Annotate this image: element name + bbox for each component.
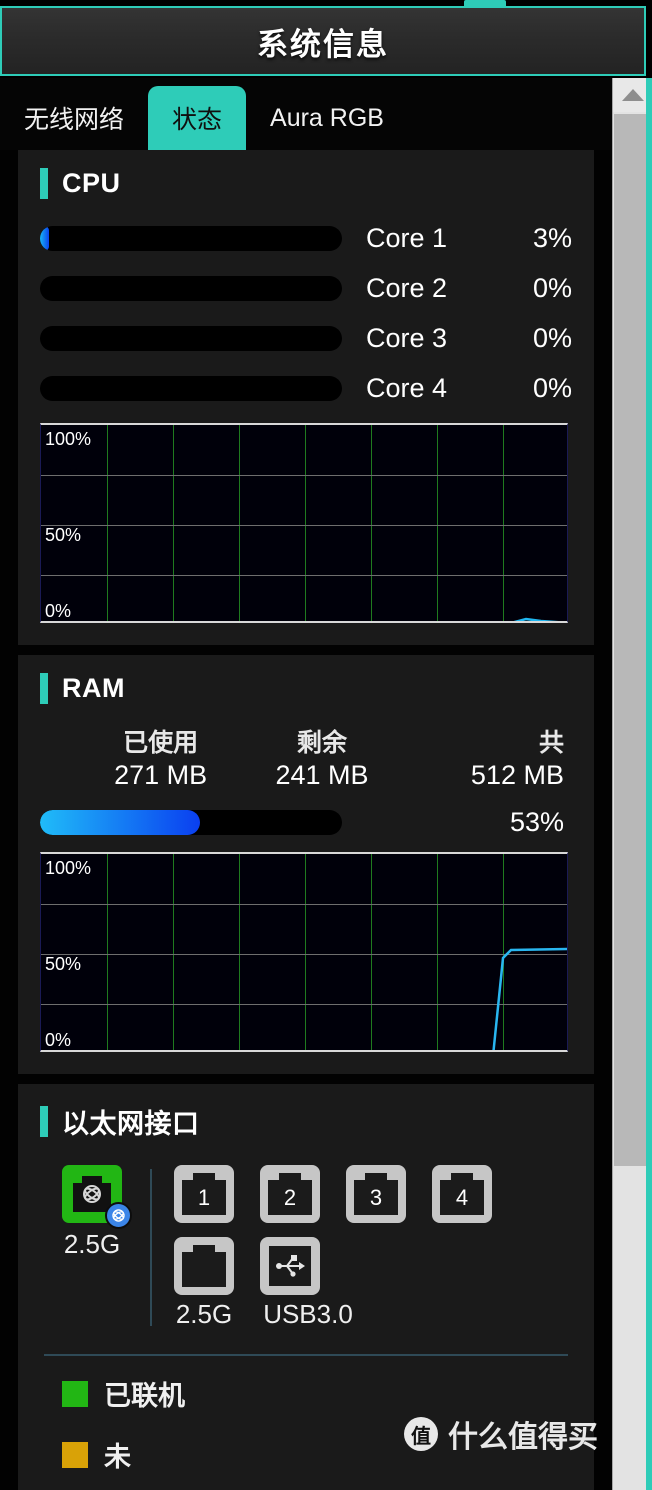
tab-wireless[interactable]: 无线网络 xyxy=(0,86,148,150)
ram-usage-chart: 100% 50% 0% xyxy=(40,852,568,1052)
legend-item-online: 已联机 xyxy=(62,1374,572,1413)
extra-port-labels: 2.5G USB3.0 xyxy=(174,1299,572,1330)
core-4-percent: 0% xyxy=(532,373,572,403)
ram-free-value: 241 MB xyxy=(275,760,369,791)
tab-aura-rgb[interactable]: Aura RGB xyxy=(246,86,408,150)
core-1-percent: 3% xyxy=(532,223,572,253)
core-4-label: Core 4 xyxy=(366,373,448,403)
usb-icon xyxy=(269,1246,311,1286)
ram-usage-bar xyxy=(40,810,342,835)
cpu-chart-line xyxy=(513,617,559,621)
accent-bar-icon xyxy=(40,673,48,704)
ram-usage-percent: 53% xyxy=(509,807,564,837)
legend-swatch-offline xyxy=(62,1441,88,1468)
ram-card-header: RAM xyxy=(40,673,572,704)
ram-total-label: 共 xyxy=(538,729,564,757)
cpu-core-row: Core 1 3% xyxy=(40,223,572,254)
ram-used-value: 271 MB xyxy=(114,760,208,791)
ram-usage-bar-fill xyxy=(40,810,201,835)
lan-port-1-number: 1 xyxy=(198,1185,210,1210)
window-header: 系统信息 xyxy=(0,6,646,76)
ethernet-divider xyxy=(150,1169,152,1326)
legend-swatch-online xyxy=(62,1380,88,1407)
ram-chart-line xyxy=(492,947,567,1050)
vertical-scrollbar[interactable] xyxy=(612,78,652,1490)
ram-free-block: 剩余 241 MB xyxy=(241,728,402,793)
cpu-title: CPU xyxy=(62,168,121,198)
ram-title: RAM xyxy=(62,673,125,703)
ram-used-block: 已使用 271 MB xyxy=(80,728,241,793)
accent-bar-icon xyxy=(40,168,48,199)
port-2-5g[interactable] xyxy=(174,1237,234,1295)
legend-label-online: 已联机 xyxy=(104,1381,185,1411)
core-1-bar-fill xyxy=(40,226,50,251)
watermark-text: 什么值得买 xyxy=(448,1421,598,1454)
core-3-percent: 0% xyxy=(532,323,572,353)
lan-port-1[interactable]: 1 xyxy=(174,1165,234,1223)
ethernet-ports-body: 2.5G 1 2 3 4 2.5G USB3.0 xyxy=(40,1165,572,1330)
lan-port-3[interactable]: 3 xyxy=(346,1165,406,1223)
ram-free-label: 剩余 xyxy=(296,729,347,757)
ram-total-block: 共 512 MB xyxy=(403,728,572,793)
legend-label-offline: 未 xyxy=(104,1442,131,1472)
accent-bar-icon xyxy=(40,1106,48,1137)
cpu-core-row: Core 4 0% xyxy=(40,373,572,404)
lan-port-row-bottom xyxy=(174,1237,572,1295)
lan-port-3-number: 3 xyxy=(370,1185,382,1210)
tab-status[interactable]: 状态 xyxy=(148,86,247,150)
ethernet-title: 以太网接口 xyxy=(62,1109,200,1139)
watermark: 值 什么值得买 xyxy=(404,1412,598,1456)
ram-used-label: 已使用 xyxy=(123,729,199,757)
tab-bar: 无线网络 状态 Aura RGB xyxy=(0,78,612,150)
ram-statistics: 已使用 271 MB 剩余 241 MB 共 512 MB xyxy=(40,728,572,793)
page-title: 系统信息 xyxy=(257,26,389,62)
cpu-core-row: Core 3 0% xyxy=(40,323,572,354)
core-2-bar xyxy=(40,276,342,301)
core-4-bar xyxy=(40,376,342,401)
rj45-icon xyxy=(182,1245,226,1287)
core-1-label: Core 1 xyxy=(366,223,448,253)
cpu-usage-chart: 100% 50% 0% xyxy=(40,423,568,623)
ram-total-value: 512 MB xyxy=(470,760,564,791)
wan-internet-badge-icon xyxy=(105,1202,132,1229)
status-content: CPU Core 1 3% Core 2 0% Core 3 0% Core 4… xyxy=(0,150,612,1490)
lan-ports-area: 1 2 3 4 2.5G USB3.0 xyxy=(174,1165,572,1330)
lan-port-row-top: 1 2 3 4 xyxy=(174,1165,572,1223)
cpu-card-header: CPU xyxy=(40,168,572,199)
lan-port-4[interactable]: 4 xyxy=(432,1165,492,1223)
wan-port-icon[interactable] xyxy=(62,1165,132,1229)
port-2-5g-label: 2.5G xyxy=(175,1299,233,1329)
cpu-card: CPU Core 1 3% Core 2 0% Core 3 0% Core 4… xyxy=(18,150,594,645)
watermark-badge: 值 xyxy=(404,1417,438,1451)
cpu-core-row: Core 2 0% xyxy=(40,273,572,304)
chevron-up-icon xyxy=(621,89,644,101)
port-usb3-label: USB3.0 xyxy=(263,1299,353,1329)
lan-port-2-number: 2 xyxy=(284,1185,296,1210)
core-1-bar xyxy=(40,226,342,251)
wan-speed-label: 2.5G xyxy=(63,1229,121,1259)
lan-port-4-number: 4 xyxy=(456,1185,468,1210)
lan-port-2[interactable]: 2 xyxy=(260,1165,320,1223)
window-right-accent-edge xyxy=(646,78,652,1490)
ram-usage-bar-row: 53% xyxy=(40,807,572,838)
core-3-bar xyxy=(40,326,342,351)
ram-card: RAM 已使用 271 MB 剩余 241 MB 共 512 MB 53% 10… xyxy=(18,655,594,1074)
system-info-window: 系统信息 无线网络 状态 Aura RGB CPU Core 1 3% Core… xyxy=(0,0,652,1490)
port-usb3[interactable] xyxy=(260,1237,320,1295)
core-2-label: Core 2 xyxy=(366,273,448,303)
ethernet-card-header: 以太网接口 xyxy=(40,1102,572,1141)
wan-port-block[interactable]: 2.5G xyxy=(40,1165,144,1260)
core-2-percent: 0% xyxy=(532,273,572,303)
core-3-label: Core 3 xyxy=(366,323,448,353)
